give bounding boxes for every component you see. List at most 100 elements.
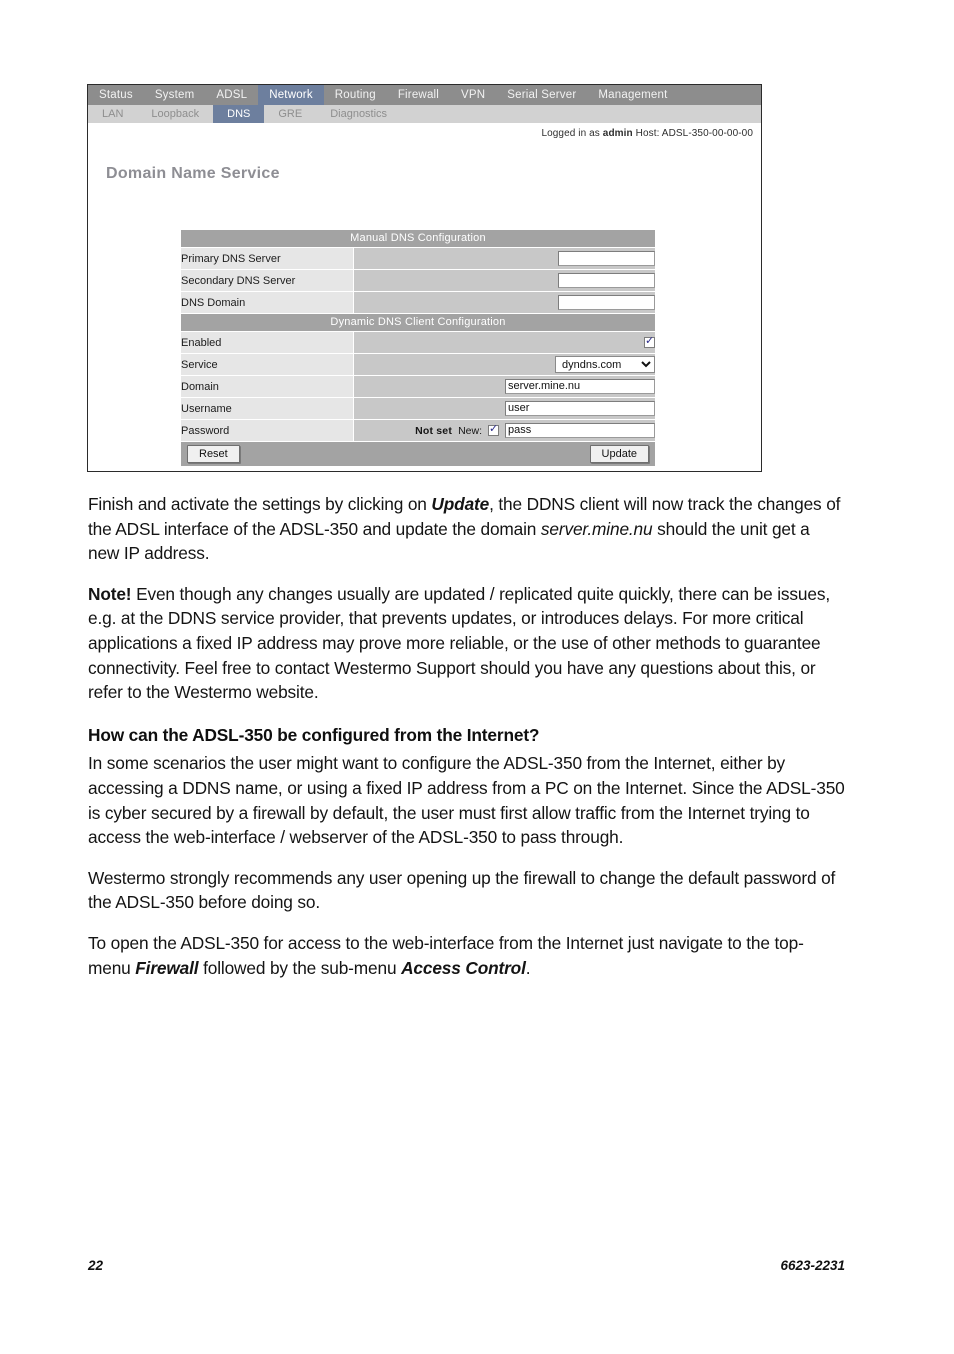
table-row-username: Username <box>181 397 655 420</box>
top-navigation-bar: Status System ADSL Network Routing Firew… <box>88 85 761 105</box>
dynamic-section-header-row: Dynamic DNS Client Configuration <box>181 313 655 332</box>
dns-domain-label: DNS Domain <box>181 291 354 314</box>
primary-dns-cell <box>353 247 655 270</box>
subnav-tab-lan-label: LAN <box>102 108 124 120</box>
update-button[interactable]: Update <box>589 445 649 463</box>
paragraph-recommendation: Westermo strongly recommends any user op… <box>88 866 845 915</box>
dns-domain-input[interactable] <box>558 295 655 310</box>
username-label: Username <box>181 397 354 420</box>
enabled-cell <box>353 331 655 354</box>
p5-emphasis-firewall: Firewall <box>135 957 199 978</box>
password-label: Password <box>181 419 354 442</box>
nav-tab-routing[interactable]: Routing <box>324 85 387 105</box>
subnav-tab-gre-label: GRE <box>278 108 303 120</box>
service-label: Service <box>181 353 354 376</box>
username-cell <box>353 397 655 420</box>
dns-configuration-panel: Manual DNS Configuration Primary DNS Ser… <box>181 230 655 466</box>
table-row-service: Service dyndns.com <box>181 353 655 376</box>
subnav-tab-diagnostics-label: Diagnostics <box>330 108 388 120</box>
nav-tab-system[interactable]: System <box>144 85 206 105</box>
secondary-dns-input[interactable] <box>558 273 655 288</box>
table-row-enabled: Enabled <box>181 331 655 354</box>
p5-part-4: . <box>525 957 531 978</box>
p1-emphasis-domain: server.mine.nu <box>540 518 653 539</box>
p1-part-0: Finish and activate the settings by clic… <box>88 494 432 514</box>
note-label: Note! <box>88 583 132 604</box>
password-new-label: New: <box>458 424 482 437</box>
page-footer: 22 6623-2231 <box>88 1258 845 1273</box>
password-input[interactable] <box>505 423 655 438</box>
dynamic-dns-section-heading: Dynamic DNS Client Configuration <box>181 313 655 332</box>
login-status-line: Logged in as admin Host: ADSL-350-00-00-… <box>88 123 761 139</box>
login-prefix: Logged in as <box>541 128 603 139</box>
secondary-dns-label: Secondary DNS Server <box>181 269 354 292</box>
service-select[interactable]: dyndns.com <box>555 356 655 373</box>
dns-domain-cell <box>353 291 655 314</box>
paragraph-finish-activate: Finish and activate the settings by clic… <box>88 492 845 566</box>
domain-input[interactable] <box>505 379 655 394</box>
login-host: Host: ADSL-350-00-00-00 <box>632 128 753 139</box>
nav-tab-status[interactable]: Status <box>88 85 144 105</box>
page-title: Domain Name Service <box>106 165 280 182</box>
domain-label: Domain <box>181 375 354 398</box>
nav-tab-adsl[interactable]: ADSL <box>205 85 258 105</box>
nav-tab-management-label: Management <box>598 89 668 101</box>
login-username: admin <box>602 128 633 139</box>
table-row-primary-dns: Primary DNS Server <box>181 247 655 270</box>
nav-tab-firewall[interactable]: Firewall <box>387 85 450 105</box>
footer-page-number: 22 <box>88 1258 104 1273</box>
password-status-text: Not set <box>415 424 453 437</box>
subnav-tab-dns-label: DNS <box>227 108 251 120</box>
paragraph-note: Note! Even though any changes usually ar… <box>88 582 845 705</box>
nav-tab-vpn[interactable]: VPN <box>450 85 496 105</box>
sub-navigation-bar: LAN Loopback DNS GRE Diagnostics <box>88 105 761 123</box>
domain-cell <box>353 375 655 398</box>
manual-section-header-row: Manual DNS Configuration <box>181 230 655 248</box>
subnav-tab-dns[interactable]: DNS <box>213 105 265 123</box>
table-row-domain: Domain <box>181 375 655 398</box>
nav-tab-network-label: Network <box>269 89 313 101</box>
p3-part-0: In some scenarios the user might want to… <box>88 753 845 848</box>
password-new-checkbox[interactable] <box>488 423 499 436</box>
enabled-label: Enabled <box>181 331 354 354</box>
nav-tab-vpn-label: VPN <box>461 89 486 101</box>
p5-emphasis-access-control: Access Control <box>401 957 526 978</box>
form-button-bar: Reset Update <box>181 442 655 466</box>
p5-part-2: followed by the sub-menu <box>198 957 402 978</box>
subnav-tab-loopback-label: Loopback <box>151 108 200 120</box>
enabled-checkbox[interactable] <box>644 335 655 348</box>
primary-dns-label: Primary DNS Server <box>181 247 354 270</box>
subnav-tab-loopback[interactable]: Loopback <box>137 105 213 123</box>
username-input[interactable] <box>505 401 655 416</box>
dns-configuration-table: Manual DNS Configuration Primary DNS Ser… <box>181 230 655 442</box>
primary-dns-input[interactable] <box>558 251 655 266</box>
secondary-dns-cell <box>353 269 655 292</box>
manual-dns-section-heading: Manual DNS Configuration <box>181 230 655 248</box>
subnav-tab-gre[interactable]: GRE <box>264 105 316 123</box>
paragraph-navigate: To open the ADSL-350 for access to the w… <box>88 931 845 980</box>
p2-part-1: Even though any changes usually are upda… <box>88 583 830 703</box>
subnav-tab-diagnostics[interactable]: Diagnostics <box>316 105 401 123</box>
nav-tab-firewall-label: Firewall <box>397 89 440 101</box>
p4-part-0: Westermo strongly recommends any user op… <box>88 867 836 913</box>
nav-tab-serial-server-label: Serial Server <box>507 89 577 101</box>
table-row-password: Password Not set New: <box>181 419 655 442</box>
table-row-secondary-dns: Secondary DNS Server <box>181 269 655 292</box>
subnav-tab-lan[interactable]: LAN <box>88 105 137 123</box>
nav-tab-adsl-label: ADSL <box>216 89 248 101</box>
nav-tab-system-label: System <box>154 89 195 101</box>
table-row-dns-domain: DNS Domain <box>181 291 655 314</box>
reset-button[interactable]: Reset <box>187 445 240 463</box>
nav-tab-routing-label: Routing <box>334 89 376 101</box>
paragraph-scenarios: In some scenarios the user might want to… <box>88 751 845 849</box>
nav-tab-status-label: Status <box>99 89 133 101</box>
service-cell: dyndns.com <box>353 353 655 376</box>
p1-emphasis-update: Update <box>431 494 490 514</box>
nav-tab-serial-server[interactable]: Serial Server <box>496 85 587 105</box>
router-web-ui-screenshot: Status System ADSL Network Routing Firew… <box>87 84 762 472</box>
nav-tab-management[interactable]: Management <box>587 85 678 105</box>
password-cell: Not set New: <box>353 419 655 442</box>
document-body: Finish and activate the settings by clic… <box>88 492 845 992</box>
footer-document-number: 6623-2231 <box>780 1258 845 1273</box>
nav-tab-network[interactable]: Network <box>258 85 324 105</box>
